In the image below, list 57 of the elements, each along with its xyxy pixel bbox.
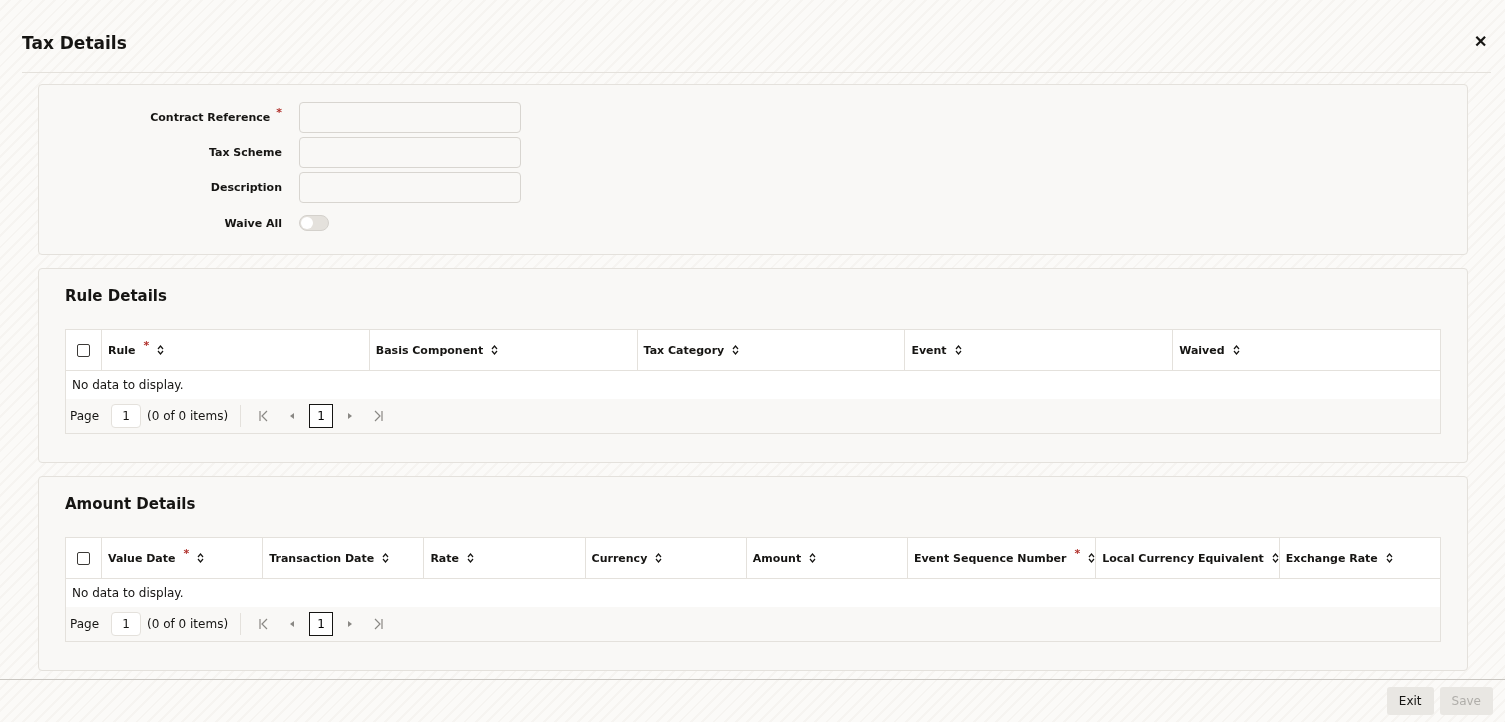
column-header: Amount xyxy=(752,551,802,565)
column-header: Transaction Date xyxy=(269,551,375,565)
field-label: Waive All xyxy=(224,216,282,230)
column-header: Event xyxy=(911,343,947,357)
empty-message: No data to display. xyxy=(72,378,184,392)
section-title: Amount Details xyxy=(65,495,197,513)
sort-icon[interactable] xyxy=(954,345,962,355)
column-header: Exchange Rate xyxy=(1285,551,1378,565)
column-header: Rule xyxy=(108,343,136,357)
select-all-checkbox[interactable] xyxy=(77,343,90,357)
column-header: Basis Component xyxy=(375,343,484,357)
column-header: Local Currency Equivalent xyxy=(1102,551,1264,565)
input-field[interactable] xyxy=(299,102,521,133)
page-input[interactable]: 1 xyxy=(111,612,142,636)
current-page-button[interactable]: 1 xyxy=(309,612,334,636)
select-all-checkbox[interactable] xyxy=(77,551,90,565)
field-label: Tax Scheme xyxy=(208,146,282,159)
sort-icon[interactable] xyxy=(1271,553,1279,563)
page-label: Page xyxy=(70,409,100,423)
required-mark: * xyxy=(1074,546,1081,560)
current-page-button[interactable]: 1 xyxy=(309,404,334,428)
sort-icon[interactable] xyxy=(157,345,165,355)
sort-icon[interactable] xyxy=(809,553,817,563)
empty-message: No data to display. xyxy=(72,586,184,600)
section-title: Rule Details xyxy=(65,287,168,305)
item-count: (0 of 0 items) xyxy=(147,409,229,423)
column-header: Event Sequence Number xyxy=(913,551,1067,565)
sort-icon[interactable] xyxy=(197,553,205,563)
sort-icon[interactable] xyxy=(1232,345,1240,355)
column-header: Currency xyxy=(591,551,648,565)
column-header: Value Date xyxy=(108,551,176,565)
window-title: Tax Details xyxy=(22,32,127,53)
sort-icon[interactable] xyxy=(1088,553,1096,563)
item-count: (0 of 0 items) xyxy=(147,617,229,631)
sort-icon[interactable] xyxy=(655,553,663,563)
input-field[interactable] xyxy=(299,172,521,203)
sort-icon[interactable] xyxy=(491,345,499,355)
required-mark: * xyxy=(183,546,190,560)
page-input[interactable]: 1 xyxy=(111,404,142,428)
sort-icon[interactable] xyxy=(382,553,390,563)
required-mark: * xyxy=(276,106,282,119)
column-header: Rate xyxy=(430,551,459,565)
field-label: Description xyxy=(210,181,282,194)
sort-icon[interactable] xyxy=(467,553,474,563)
input-field[interactable] xyxy=(299,137,521,168)
field-label: Contract Reference xyxy=(150,111,271,124)
sort-icon[interactable] xyxy=(732,345,740,355)
required-mark: * xyxy=(143,338,150,352)
page-label: Page xyxy=(70,617,100,631)
column-header: Waived xyxy=(1179,343,1225,357)
exit-button[interactable]: Exit xyxy=(1386,687,1434,715)
last-page-icon[interactable] xyxy=(372,618,385,630)
last-page-icon[interactable] xyxy=(372,410,385,422)
toggle-switch[interactable] xyxy=(299,215,329,231)
sort-icon[interactable] xyxy=(1385,553,1393,563)
column-header: Tax Category xyxy=(643,343,725,357)
close-button[interactable]: ✕ xyxy=(1470,29,1491,53)
